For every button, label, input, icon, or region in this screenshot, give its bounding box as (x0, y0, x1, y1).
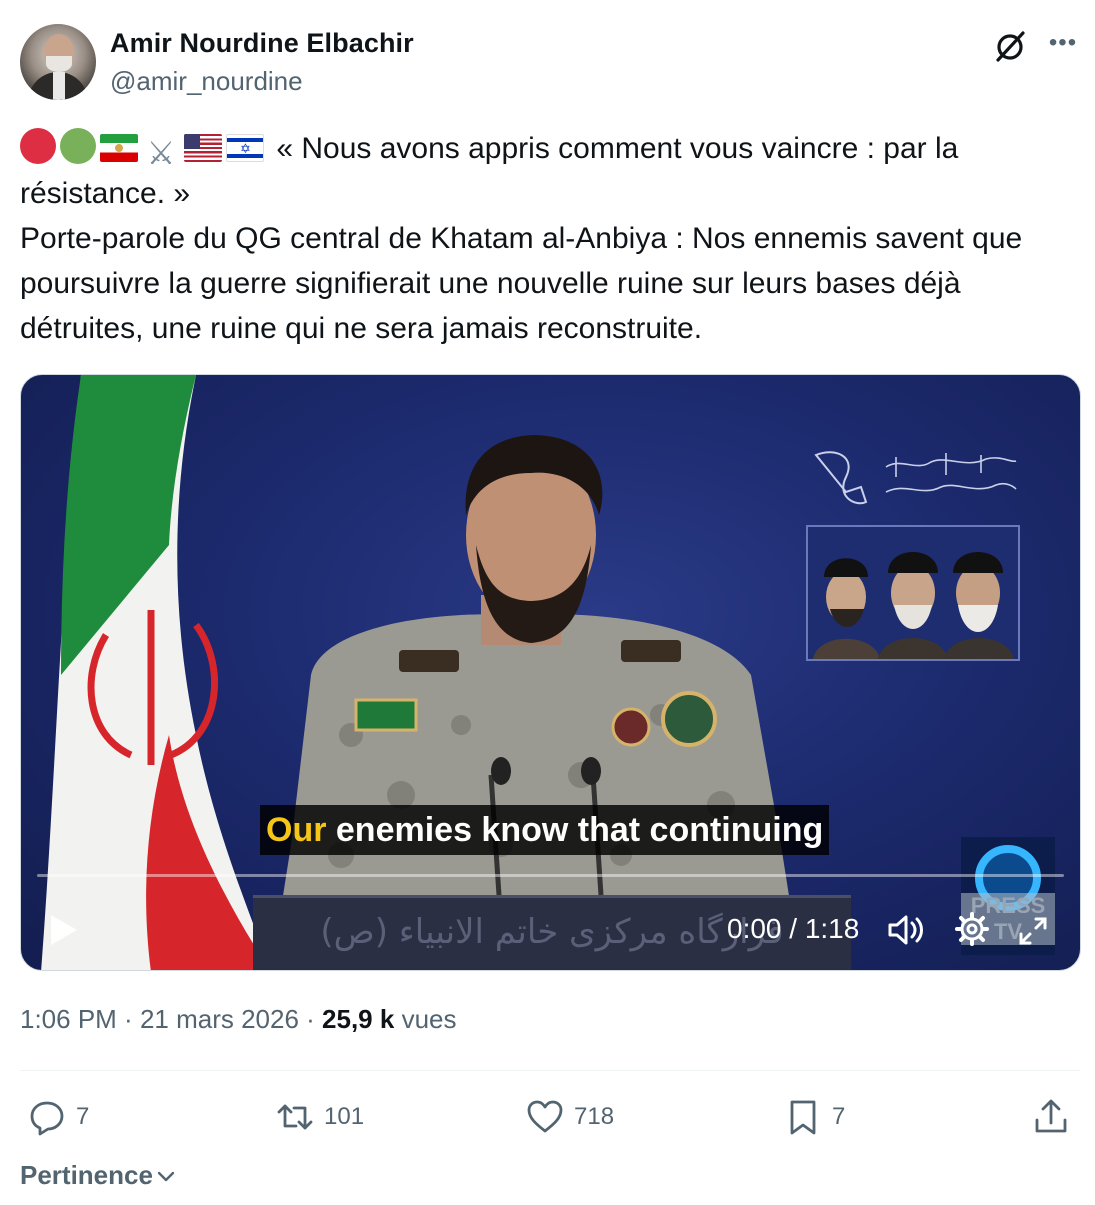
us-flag-icon (184, 134, 222, 162)
israel-flag-icon: ✡ (226, 134, 264, 162)
more-options-icon[interactable]: ••• (1048, 30, 1078, 60)
video-player[interactable]: قرارگاه مرکزی خاتم الانبیاء (ص) Our enem… (20, 374, 1081, 971)
like-button[interactable]: 718 (526, 1094, 614, 1140)
tweet-body: Porte-parole du QG central de Khatam al-… (20, 222, 1023, 345)
red-circle-icon (20, 128, 56, 164)
play-icon[interactable] (49, 913, 79, 947)
green-circle-icon (60, 128, 96, 164)
iran-flag-icon (100, 134, 138, 162)
views-count: 25,9 k (322, 1004, 395, 1034)
video-progress-bar[interactable] (37, 874, 1064, 877)
views-label: vues (401, 1004, 457, 1034)
fullscreen-icon[interactable] (1017, 915, 1049, 947)
settings-gear-icon[interactable] (955, 912, 989, 946)
retweet-button[interactable]: 101 (276, 1094, 364, 1140)
video-caption: Our enemies know that continuing (260, 805, 830, 855)
volume-muted-icon[interactable] (887, 913, 925, 947)
tweet-date[interactable]: 21 mars 2026 (140, 1004, 299, 1034)
sort-label: Pertinence (20, 1160, 153, 1190)
avatar[interactable] (20, 24, 96, 100)
bookmark-icon (790, 1100, 816, 1135)
reply-button[interactable]: 7 (28, 1094, 89, 1140)
reply-sort-dropdown[interactable]: Pertinence (20, 1160, 177, 1191)
grok-icon[interactable] (992, 28, 1028, 64)
bookmark-button[interactable]: 7 (784, 1094, 845, 1140)
like-count: 718 (574, 1103, 615, 1130)
share-button[interactable] (1032, 1094, 1080, 1140)
heart-icon (527, 1100, 563, 1133)
reply-icon (30, 1101, 64, 1136)
tweet-header: Amir Nourdine Elbachir @amir_nourdine ••… (20, 24, 1080, 102)
video-time: 0:00 / 1:18 (727, 913, 860, 944)
author-handle[interactable]: @amir_nourdine (110, 66, 303, 97)
speaker-figure (271, 435, 801, 970)
bookmark-count: 7 (832, 1103, 846, 1130)
chevron-down-icon (157, 1171, 175, 1181)
retweet-count: 101 (324, 1103, 365, 1130)
tweet-time[interactable]: 1:06 PM (20, 1004, 117, 1034)
tweet-text: ⚔ ✡ « Nous avons appris comment vous vain… (20, 126, 1070, 351)
action-bar: 7 101 718 7 (20, 1094, 1080, 1140)
divider (20, 1070, 1080, 1071)
share-icon (1035, 1099, 1067, 1133)
caption-highlight: Our (266, 811, 327, 849)
tweet-meta: 1:06 PM · 21 mars 2026 · 25,9 k vues (20, 1004, 457, 1034)
reply-count: 7 (76, 1103, 90, 1130)
caption-rest: enemies know that continuing (326, 811, 824, 849)
crossed-swords-icon: ⚔ (146, 135, 176, 171)
author-name[interactable]: Amir Nourdine Elbachir (110, 28, 414, 59)
retweet-icon (277, 1104, 313, 1130)
